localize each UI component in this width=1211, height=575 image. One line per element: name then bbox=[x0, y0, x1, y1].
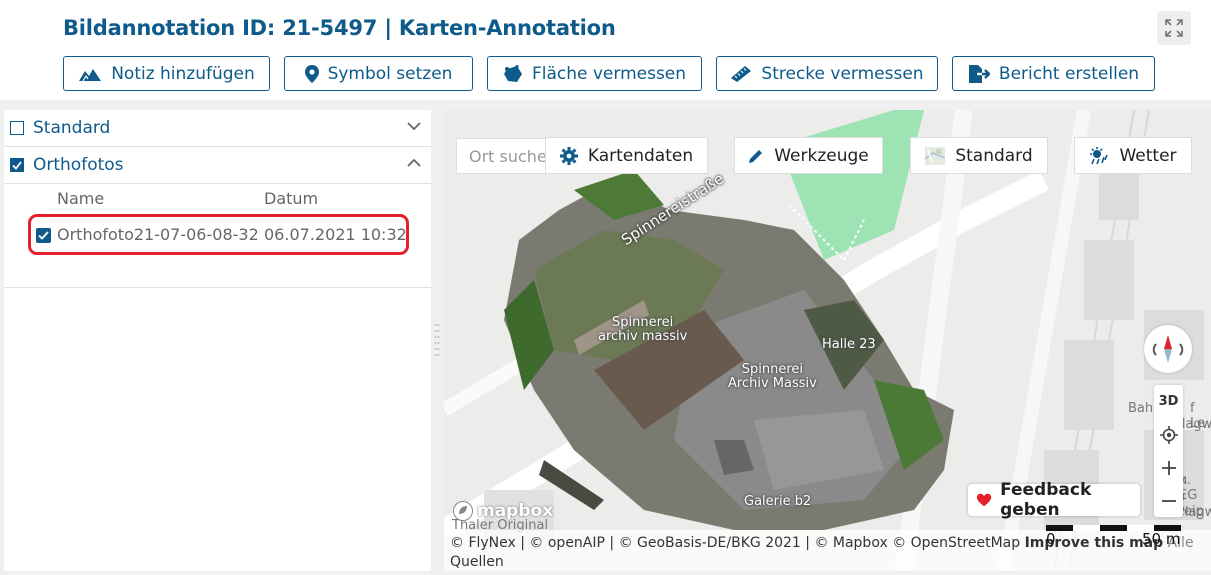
pencil-icon bbox=[749, 149, 763, 163]
poi-label-halle: Halle 23 bbox=[822, 337, 876, 352]
highlight-annotation bbox=[28, 214, 409, 255]
chevron-down-icon[interactable] bbox=[407, 121, 421, 131]
header-bar: Bildannotation ID: 21-5497 | Karten-Anno… bbox=[0, 0, 1211, 100]
plus-icon bbox=[1161, 460, 1176, 475]
poi-label-spinnerei: Spinnerei archiv massiv bbox=[598, 316, 687, 344]
minus-icon bbox=[1161, 499, 1176, 502]
add-note-button[interactable]: Notiz hinzufügen bbox=[63, 56, 270, 91]
sources-link[interactable]: Quellen bbox=[450, 554, 504, 570]
locate-icon bbox=[1159, 425, 1178, 444]
mountain-note-icon bbox=[79, 68, 102, 81]
page-title: Bildannotation ID: 21-5497 | Karten-Anno… bbox=[63, 16, 616, 40]
layer-row-orthofotos[interactable]: Orthofotos bbox=[4, 147, 431, 183]
layer-checkbox-standard[interactable] bbox=[10, 121, 24, 135]
map-attribution: © FlyNex | © openAIP | © GeoBasis-DE/BKG… bbox=[444, 530, 1211, 571]
chevron-up-icon[interactable] bbox=[407, 158, 421, 168]
side-label: Bah bbox=[1128, 401, 1154, 416]
attribution-text: © FlyNex | © openAIP | © GeoBasis-DE/BKG… bbox=[450, 535, 1021, 551]
area-shape-icon bbox=[503, 64, 522, 82]
heart-icon bbox=[976, 493, 992, 507]
layer-checkbox-orthofotos[interactable] bbox=[10, 158, 24, 172]
weather-icon bbox=[1090, 146, 1109, 164]
poi-label-archiv-text: Spinnerei Archiv Massiv bbox=[728, 362, 817, 391]
scale-end-label: 50 m bbox=[1142, 530, 1181, 548]
poi-label-galerie: Galerie b2 bbox=[744, 494, 812, 509]
zoom-out-button[interactable] bbox=[1154, 484, 1183, 517]
mapbox-logo[interactable]: mapbox bbox=[452, 500, 553, 522]
weather-button[interactable]: Wetter bbox=[1074, 137, 1192, 174]
location-search-input[interactable]: Ort suchen bbox=[456, 138, 546, 174]
feedback-label: Feedback geben bbox=[1000, 480, 1092, 520]
tools-label: Werkzeuge bbox=[774, 145, 869, 166]
fullscreen-icon bbox=[1165, 19, 1183, 37]
map-data-button[interactable]: Kartendaten bbox=[545, 137, 708, 174]
table-bottom-divider bbox=[4, 287, 431, 288]
layer-sidebar: Standard Orthofotos bbox=[4, 110, 431, 571]
checkmark-icon bbox=[12, 160, 22, 170]
locate-button[interactable] bbox=[1154, 418, 1183, 451]
map-pin-icon bbox=[304, 64, 319, 83]
poi-label-spinnerei-text: Spinnerei archiv massiv bbox=[598, 315, 688, 344]
compass-button[interactable] bbox=[1144, 325, 1192, 373]
weather-label: Wetter bbox=[1119, 145, 1177, 166]
tools-button[interactable]: Werkzeuge bbox=[734, 137, 883, 174]
splitter-handle-icon[interactable] bbox=[434, 322, 440, 358]
set-symbol-button[interactable]: Symbol setzen bbox=[284, 56, 473, 91]
mapbox-logo-icon bbox=[453, 501, 473, 521]
measure-area-label: Fläche vermessen bbox=[531, 63, 687, 84]
layer-label-standard: Standard bbox=[33, 118, 111, 138]
measure-distance-label: Strecke vermessen bbox=[761, 63, 924, 84]
layer-divider bbox=[4, 183, 431, 184]
export-file-icon bbox=[968, 64, 990, 83]
create-report-button[interactable]: Bericht erstellen bbox=[952, 56, 1155, 91]
compass-icon bbox=[1152, 335, 1184, 363]
ruler-icon bbox=[731, 65, 752, 82]
create-report-label: Bericht erstellen bbox=[998, 63, 1140, 84]
scale-start-label: 0 bbox=[1046, 530, 1056, 548]
column-header-date: Datum bbox=[264, 189, 319, 208]
basemap-standard-label: Standard bbox=[955, 145, 1033, 166]
layer-label-orthofotos: Orthofotos bbox=[33, 155, 124, 175]
fullscreen-button[interactable] bbox=[1157, 11, 1191, 45]
feedback-button[interactable]: Feedback geben bbox=[968, 480, 1140, 520]
set-symbol-label: Symbol setzen bbox=[327, 63, 453, 84]
map-control-stack: 3D bbox=[1154, 385, 1183, 517]
measure-distance-button[interactable]: Strecke vermessen bbox=[716, 56, 938, 91]
zoom-in-button[interactable] bbox=[1154, 451, 1183, 484]
map-data-label: Kartendaten bbox=[587, 145, 694, 166]
map-thumbnail-icon bbox=[925, 146, 946, 165]
gear-icon bbox=[559, 146, 578, 165]
poi-label-archiv: Spinnerei Archiv Massiv bbox=[728, 363, 817, 391]
add-note-label: Notiz hinzufügen bbox=[111, 63, 255, 84]
mapbox-logo-text: mapbox bbox=[477, 501, 554, 521]
toggle-3d-button[interactable]: 3D bbox=[1154, 385, 1183, 418]
column-header-name: Name bbox=[57, 189, 105, 208]
layer-row-standard[interactable]: Standard bbox=[4, 110, 431, 146]
measure-area-button[interactable]: Fläche vermessen bbox=[487, 56, 702, 91]
basemap-standard-button[interactable]: Standard bbox=[910, 137, 1048, 174]
